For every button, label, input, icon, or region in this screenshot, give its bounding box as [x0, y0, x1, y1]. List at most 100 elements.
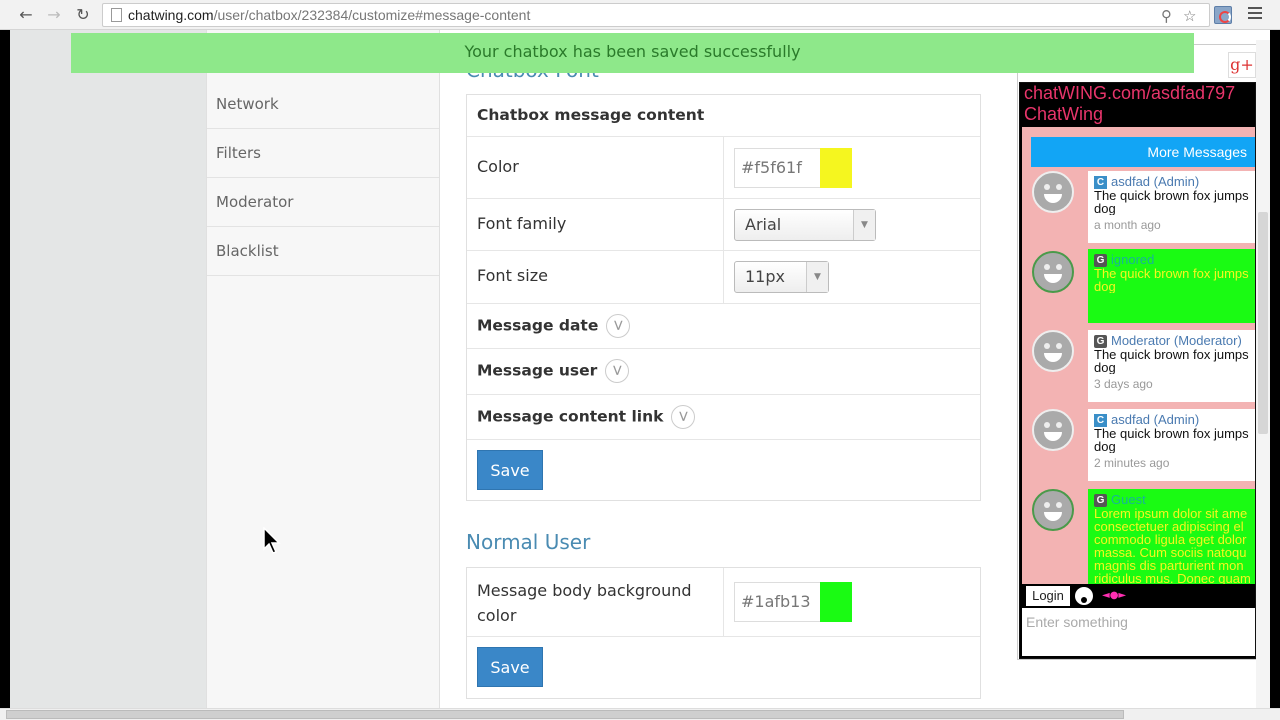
message-text: The quick brown fox jumps dog — [1094, 267, 1249, 294]
dropdown-arrow-icon: ▼ — [853, 210, 875, 240]
message-bubble: Casdfad (Admin) The quick brown fox jump… — [1088, 409, 1255, 481]
login-button[interactable]: Login — [1026, 586, 1070, 606]
bg-color-label: Message body background color — [477, 581, 692, 625]
dropdown-arrow-icon: ▼ — [806, 262, 828, 292]
vertical-scrollbar-thumb[interactable] — [1258, 212, 1268, 434]
sidebar-item-label: Network — [216, 95, 279, 113]
username: Guest — [1111, 492, 1146, 507]
avatar — [1032, 409, 1074, 451]
settings-sidebar: Network Filters Moderator Blacklist — [206, 30, 440, 708]
sidebar-item-network[interactable]: Network — [207, 80, 439, 129]
more-messages-button[interactable]: More Messages — [1031, 137, 1255, 167]
font-size-label: Font size — [477, 266, 548, 285]
bg-color-row: Message body background color #1afb13 — [467, 568, 980, 637]
chatbox-preview: chatWING.com/asdfad797 ChatWing More Mes… — [1019, 82, 1256, 659]
user-badge-icon: C — [1094, 414, 1107, 428]
message-bubble: Gignored The quick brown fox jumps dog — [1088, 249, 1255, 323]
message-user-label: Message user — [477, 361, 598, 380]
bg-color-swatch[interactable] — [820, 582, 852, 622]
message-user[interactable]: G Moderator (Moderator) — [1094, 333, 1255, 349]
candy-emoticon-icon[interactable]: ◄●► — [1102, 591, 1132, 601]
window-edge — [1270, 30, 1280, 720]
sidebar-item-label: Blacklist — [216, 242, 279, 260]
username: Moderator (Moderator) — [1111, 333, 1242, 348]
chatbox-title[interactable]: chatWING.com/asdfad797 ChatWing — [1024, 83, 1235, 125]
sidebar-item-blacklist[interactable]: Blacklist — [207, 227, 439, 276]
page-left-gutter — [10, 30, 206, 708]
window-edge — [0, 30, 10, 710]
message-user[interactable]: Casdfad (Admin) — [1094, 412, 1255, 428]
message-text: The quick brown fox jumps dog — [1094, 348, 1249, 375]
sidebar-item-label: Filters — [216, 144, 261, 162]
username: asdfad (Admin) — [1111, 174, 1200, 189]
font-size-row: Font size 11px ▼ — [467, 251, 980, 304]
message-user[interactable]: G Guest — [1094, 492, 1255, 508]
message-user-row[interactable]: Message user ⋁ — [467, 349, 980, 395]
font-size-select[interactable]: 11px ▼ — [734, 261, 829, 293]
font-family-value: Arial — [745, 215, 782, 234]
normal-user-title: Normal User — [466, 530, 591, 554]
save-button[interactable]: Save — [477, 647, 543, 687]
chatbox-toolbar: Login ◄●► — [1022, 584, 1255, 608]
google-plus-button[interactable]: g+ — [1228, 52, 1256, 78]
reload-icon[interactable]: ↻ — [73, 5, 93, 25]
sidebar-item-filters[interactable]: Filters — [207, 129, 439, 178]
font-size-value: 11px — [745, 267, 785, 286]
zoom-icon[interactable]: ⚲ — [1161, 7, 1172, 25]
message-bubble: Casdfad (Admin) The quick brown fox jump… — [1088, 171, 1255, 243]
message-time: 3 days ago — [1094, 377, 1153, 392]
chat-message-input[interactable]: Enter something — [1022, 608, 1255, 656]
column-divider — [723, 251, 724, 303]
address-bar[interactable]: chatwing.com/user/chatbox/232384/customi… — [102, 3, 1210, 27]
chevron-double-down-icon[interactable]: ⋁ — [606, 314, 631, 338]
chatbox-title-url: chatWING.com/asdfad797 — [1024, 83, 1236, 103]
color-row: Color #f5f61f — [467, 137, 980, 199]
message-text: Lorem ipsum dolor sit ame consectetuer a… — [1094, 507, 1251, 584]
avatar — [1032, 171, 1074, 213]
color-swatch[interactable] — [820, 148, 852, 188]
url-host: chatwing.com — [128, 7, 214, 23]
palette-icon[interactable] — [1075, 587, 1093, 605]
avatar — [1032, 489, 1074, 531]
message-content-link-row[interactable]: Message content link ⋁ — [467, 395, 980, 440]
message-date-row[interactable]: Message date ⋁ — [467, 304, 980, 349]
panel-header: Chatbox message content — [477, 106, 705, 124]
user-badge-icon: G — [1094, 494, 1107, 508]
message-bubble: G Moderator (Moderator) The quick brown f… — [1088, 330, 1255, 402]
back-arrow-icon[interactable]: ← — [16, 5, 36, 25]
save-button[interactable]: Save — [477, 450, 543, 490]
column-divider — [723, 568, 724, 636]
color-label: Color — [477, 157, 519, 176]
message-user[interactable]: Gignored — [1094, 252, 1255, 268]
avatar — [1032, 251, 1074, 293]
message-content-panel: Chatbox message content Color #f5f61f Fo… — [466, 94, 981, 501]
username: ignored — [1111, 252, 1155, 267]
message-user[interactable]: Casdfad (Admin) — [1094, 174, 1255, 190]
horizontal-scrollbar-thumb[interactable] — [6, 710, 1124, 719]
message-time: a month ago — [1094, 218, 1161, 233]
message-time: 2 minutes ago — [1094, 456, 1170, 471]
message-bubble: G Guest Lorem ipsum dolor sit ame consect… — [1088, 489, 1255, 584]
hamburger-menu-icon[interactable] — [1248, 7, 1262, 21]
color-input[interactable]: #f5f61f — [734, 148, 822, 188]
chevron-double-down-icon[interactable]: ⋁ — [671, 405, 696, 429]
url-text[interactable]: chatwing.com/user/chatbox/232384/customi… — [128, 7, 530, 23]
extension-icon[interactable] — [1214, 6, 1232, 24]
font-family-label: Font family — [477, 214, 567, 233]
message-user-toggle[interactable]: Message user ⋁ — [477, 359, 630, 383]
font-family-select[interactable]: Arial ▼ — [734, 209, 876, 241]
success-toast: Your chatbox has been saved successfully — [71, 33, 1194, 73]
page-icon — [111, 8, 122, 22]
message-content-link-toggle[interactable]: Message content link ⋁ — [477, 405, 696, 429]
sidebar-item-moderator[interactable]: Moderator — [207, 178, 439, 227]
bookmark-star-icon[interactable]: ☆ — [1183, 7, 1196, 25]
chevron-double-down-icon[interactable]: ⋁ — [605, 359, 630, 383]
user-badge-icon: G — [1094, 335, 1107, 349]
message-date-toggle[interactable]: Message date ⋁ — [477, 314, 631, 338]
column-divider — [723, 199, 724, 250]
bg-color-input[interactable]: #1afb13 — [734, 582, 822, 622]
message-date-label: Message date — [477, 316, 599, 335]
message-text: The quick brown fox jumps dog — [1094, 189, 1249, 216]
url-path: /user/chatbox/232384/customize#message-c… — [213, 7, 531, 23]
forward-arrow-icon[interactable]: → — [44, 5, 64, 25]
